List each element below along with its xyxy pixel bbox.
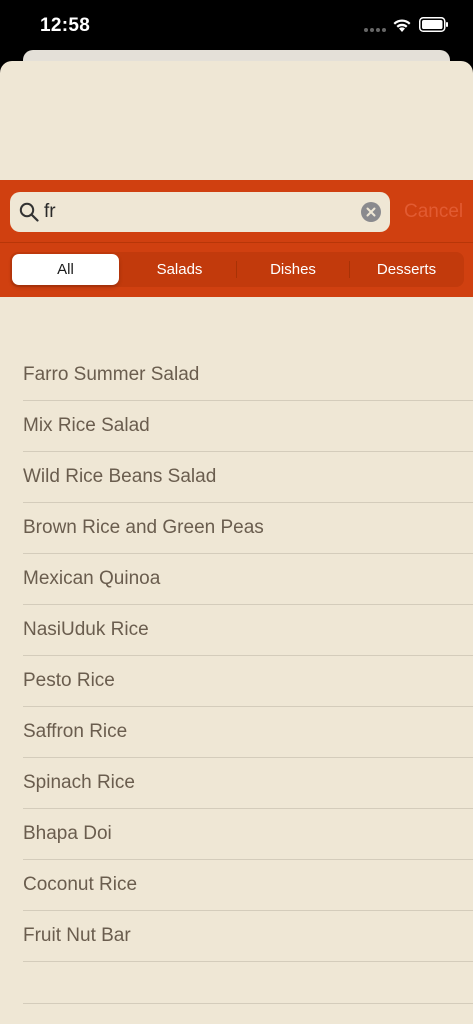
cellular-signal-icon xyxy=(364,28,386,32)
list-item-label: NasiUduk Rice xyxy=(23,619,149,640)
list-item[interactable]: Coconut Rice xyxy=(23,860,473,911)
list-item[interactable]: Wild Rice Beans Salad xyxy=(23,452,473,503)
search-icon xyxy=(19,202,39,222)
list-item[interactable]: Farro Summer Salad xyxy=(23,350,473,401)
search-header: fr Cancel All Salads Dishes Desserts xyxy=(0,180,473,297)
list-item[interactable]: Pesto Rice xyxy=(23,656,473,707)
list-item[interactable]: Brown Rice and Green Peas xyxy=(23,503,473,554)
header-divider xyxy=(0,242,473,243)
list-item[interactable]: Mix Rice Salad xyxy=(23,401,473,452)
list-item-label: Fruit Nut Bar xyxy=(23,925,131,946)
list-item-label: Mix Rice Salad xyxy=(23,415,150,436)
scope-segmented-control: All Salads Dishes Desserts xyxy=(10,252,464,287)
results-list: Farro Summer Salad Mix Rice Salad Wild R… xyxy=(0,350,473,962)
list-divider xyxy=(23,1003,473,1004)
list-item-label: Spinach Rice xyxy=(23,772,135,793)
wifi-icon xyxy=(393,19,411,32)
segment-all[interactable]: All xyxy=(12,254,119,285)
list-item[interactable]: Mexican Quinoa xyxy=(23,554,473,605)
status-bar: 12:58 xyxy=(0,0,473,52)
list-item-label: Coconut Rice xyxy=(23,874,138,895)
segment-desserts[interactable]: Desserts xyxy=(350,252,463,287)
status-time: 12:58 xyxy=(40,15,91,36)
list-item-label: Saffron Rice xyxy=(23,721,128,742)
list-item-label: Brown Rice and Green Peas xyxy=(23,517,264,538)
list-item-label: Bhapa Doi xyxy=(23,823,112,844)
list-item-label: Farro Summer Salad xyxy=(23,364,200,385)
list-item[interactable]: Bhapa Doi xyxy=(23,809,473,860)
list-item-label: Wild Rice Beans Salad xyxy=(23,466,217,487)
search-input[interactable]: fr xyxy=(44,201,56,223)
recipe-search-sheet: fr Cancel All Salads Dishes Desserts Far… xyxy=(0,61,473,1024)
cancel-button[interactable]: Cancel xyxy=(404,201,463,223)
segment-salads[interactable]: Salads xyxy=(123,252,236,287)
clear-icon[interactable] xyxy=(361,202,381,222)
search-field[interactable]: fr xyxy=(10,192,390,232)
list-item[interactable]: Spinach Rice xyxy=(23,758,473,809)
list-item[interactable]: Fruit Nut Bar xyxy=(23,911,473,962)
list-item[interactable]: Saffron Rice xyxy=(23,707,473,758)
segment-dishes[interactable]: Dishes xyxy=(237,252,349,287)
list-item-label: Mexican Quinoa xyxy=(23,568,161,589)
screen: 12:58 fr Cancel All Salads Dishes Desser… xyxy=(0,0,473,1024)
battery-icon xyxy=(419,17,448,32)
list-item-label: Pesto Rice xyxy=(23,670,115,691)
list-item[interactable]: NasiUduk Rice xyxy=(23,605,473,656)
